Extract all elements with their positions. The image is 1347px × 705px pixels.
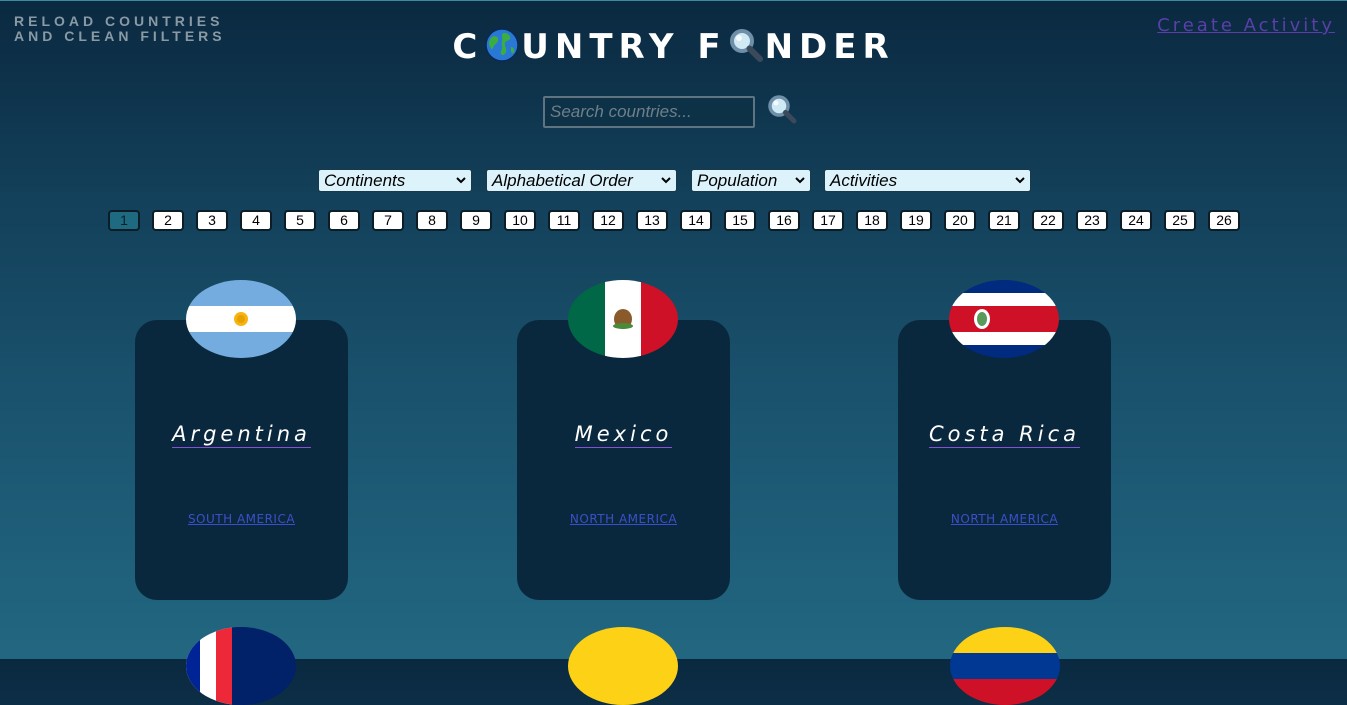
country-card-costa-rica[interactable]: Costa Rica NORTH AMERICA	[898, 280, 1111, 600]
country-name: Costa Rica	[898, 422, 1111, 448]
chevron-down-icon	[795, 177, 805, 184]
costa-rica-flag	[949, 280, 1059, 358]
page-button-14[interactable]: 14	[680, 210, 712, 231]
country-name-text: Argentina	[172, 422, 311, 448]
country-name: Argentina	[135, 422, 348, 448]
page-button-22[interactable]: 22	[1032, 210, 1064, 231]
mexico-flag	[568, 280, 678, 358]
globe-icon	[484, 27, 520, 63]
page-button-7[interactable]: 7	[372, 210, 404, 231]
chevron-down-icon	[661, 177, 671, 184]
page-button-8[interactable]: 8	[416, 210, 448, 231]
page-button-18[interactable]: 18	[856, 210, 888, 231]
population-select[interactable]: Population	[691, 169, 811, 192]
page-button-15[interactable]: 15	[724, 210, 756, 231]
page-button-26[interactable]: 26	[1208, 210, 1240, 231]
alphabetical-order-select-value: Alphabetical Order	[492, 171, 633, 190]
title-part-1: C	[452, 27, 484, 67]
search-button-icon[interactable]	[765, 93, 799, 127]
next-row-flag-right	[950, 627, 1060, 705]
page-button-24[interactable]: 24	[1120, 210, 1152, 231]
page-button-23[interactable]: 23	[1076, 210, 1108, 231]
page-button-9[interactable]: 9	[460, 210, 492, 231]
title-part-3: NDER	[764, 27, 895, 67]
page-button-4[interactable]: 4	[240, 210, 272, 231]
argentina-flag	[186, 280, 296, 358]
page-button-21[interactable]: 21	[988, 210, 1020, 231]
alphabetical-order-select[interactable]: Alphabetical Order	[486, 169, 677, 192]
page-title: C UNTRY F NDER	[0, 27, 1347, 67]
page-button-5[interactable]: 5	[284, 210, 316, 231]
page-button-10[interactable]: 10	[504, 210, 536, 231]
page-button-3[interactable]: 3	[196, 210, 228, 231]
page-button-20[interactable]: 20	[944, 210, 976, 231]
country-card-mexico[interactable]: Mexico NORTH AMERICA	[517, 280, 730, 600]
search-bar	[543, 95, 797, 128]
page-button-13[interactable]: 13	[636, 210, 668, 231]
page-button-17[interactable]: 17	[812, 210, 844, 231]
continents-select-value: Continents	[324, 171, 406, 190]
activities-select[interactable]: Activities	[824, 169, 1031, 192]
page-button-16[interactable]: 16	[768, 210, 800, 231]
activities-select-value: Activities	[830, 171, 898, 190]
page-button-2[interactable]: 2	[152, 210, 184, 231]
chevron-down-icon	[1015, 177, 1025, 184]
country-continent-link[interactable]: NORTH AMERICA	[898, 512, 1111, 526]
page-button-1[interactable]: 1	[108, 210, 140, 231]
continents-select[interactable]: Continents	[318, 169, 472, 192]
magnifier-icon	[728, 27, 764, 63]
next-row-flag-middle	[568, 627, 678, 705]
population-select-value: Population	[697, 171, 778, 190]
country-name-text: Costa Rica	[928, 422, 1081, 448]
page-button-6[interactable]: 6	[328, 210, 360, 231]
next-row-flag-left	[186, 627, 296, 705]
page-button-19[interactable]: 19	[900, 210, 932, 231]
country-continent-link[interactable]: SOUTH AMERICA	[135, 512, 348, 526]
country-continent-link[interactable]: NORTH AMERICA	[517, 512, 730, 526]
page-button-12[interactable]: 12	[592, 210, 624, 231]
title-part-2: UNTRY F	[521, 27, 727, 67]
country-card-argentina[interactable]: Argentina SOUTH AMERICA	[135, 280, 348, 600]
chevron-down-icon	[456, 177, 466, 184]
search-input[interactable]	[543, 96, 755, 128]
country-name-text: Mexico	[574, 422, 673, 448]
page-button-25[interactable]: 25	[1164, 210, 1196, 231]
page-button-11[interactable]: 11	[548, 210, 580, 231]
country-name: Mexico	[517, 422, 730, 448]
